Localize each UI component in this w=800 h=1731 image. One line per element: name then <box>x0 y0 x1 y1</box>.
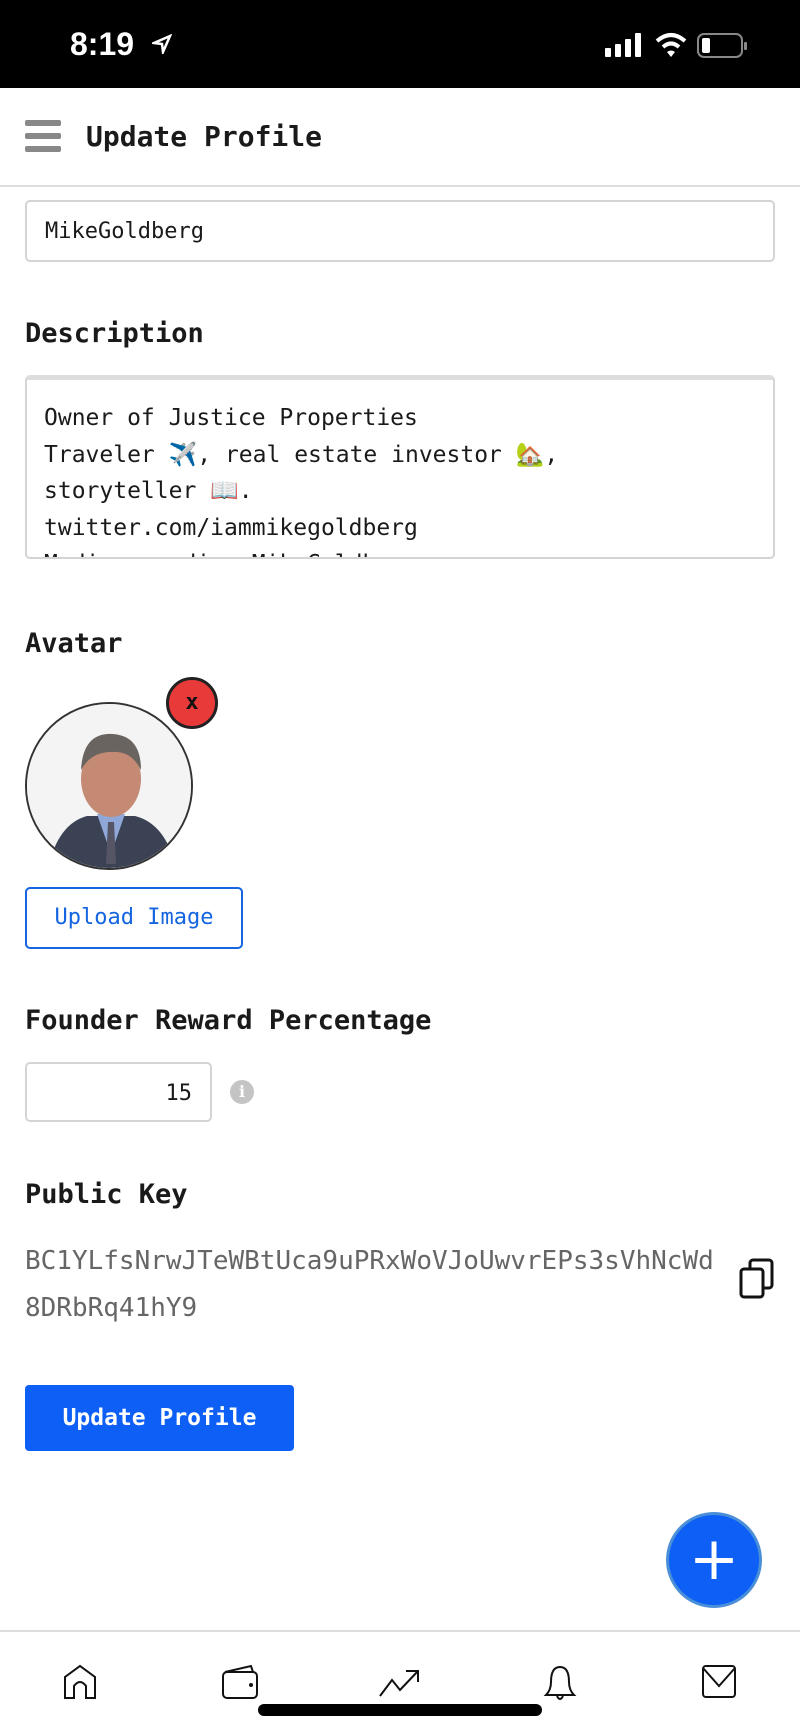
avatar-photo <box>27 704 191 868</box>
description-label: Description <box>25 318 204 349</box>
trending-icon[interactable] <box>378 1668 422 1698</box>
remove-avatar-button[interactable]: x <box>166 677 218 729</box>
signal-icon <box>605 33 641 57</box>
upload-image-button[interactable]: Upload Image <box>25 887 243 949</box>
status-bar: 8:19 <box>0 0 800 88</box>
username-input[interactable]: MikeGoldberg <box>25 200 775 262</box>
avatar-label: Avatar <box>25 628 123 659</box>
copy-icon[interactable] <box>738 1258 776 1300</box>
avatar-image <box>25 702 193 870</box>
status-time: 8:19 <box>70 26 135 62</box>
wallet-icon[interactable] <box>221 1664 261 1700</box>
info-icon[interactable]: i <box>230 1080 254 1104</box>
create-post-fab[interactable]: + <box>666 1512 762 1608</box>
description-textarea[interactable]: Owner of Justice Properties Traveler ✈️,… <box>25 375 775 559</box>
public-key-value: BC1YLfsNrwJTeWBtUca9uPRxWoVJoUwvrEPs3sVh… <box>25 1246 714 1323</box>
app-header: Update Profile <box>0 88 800 187</box>
home-indicator <box>258 1704 542 1716</box>
founder-reward-input[interactable]: 15 <box>25 1062 212 1122</box>
wifi-icon <box>655 33 687 57</box>
public-key-label: Public Key <box>25 1179 188 1210</box>
battery-icon <box>697 33 747 58</box>
page-title: Update Profile <box>86 120 323 153</box>
mail-icon[interactable] <box>700 1664 738 1700</box>
update-profile-button[interactable]: Update Profile <box>25 1385 294 1451</box>
home-icon[interactable] <box>62 1664 98 1700</box>
founder-reward-label: Founder Reward Percentage <box>25 1005 432 1036</box>
bell-icon[interactable] <box>542 1664 578 1704</box>
location-icon <box>152 34 172 54</box>
hamburger-menu-icon[interactable] <box>25 120 61 152</box>
